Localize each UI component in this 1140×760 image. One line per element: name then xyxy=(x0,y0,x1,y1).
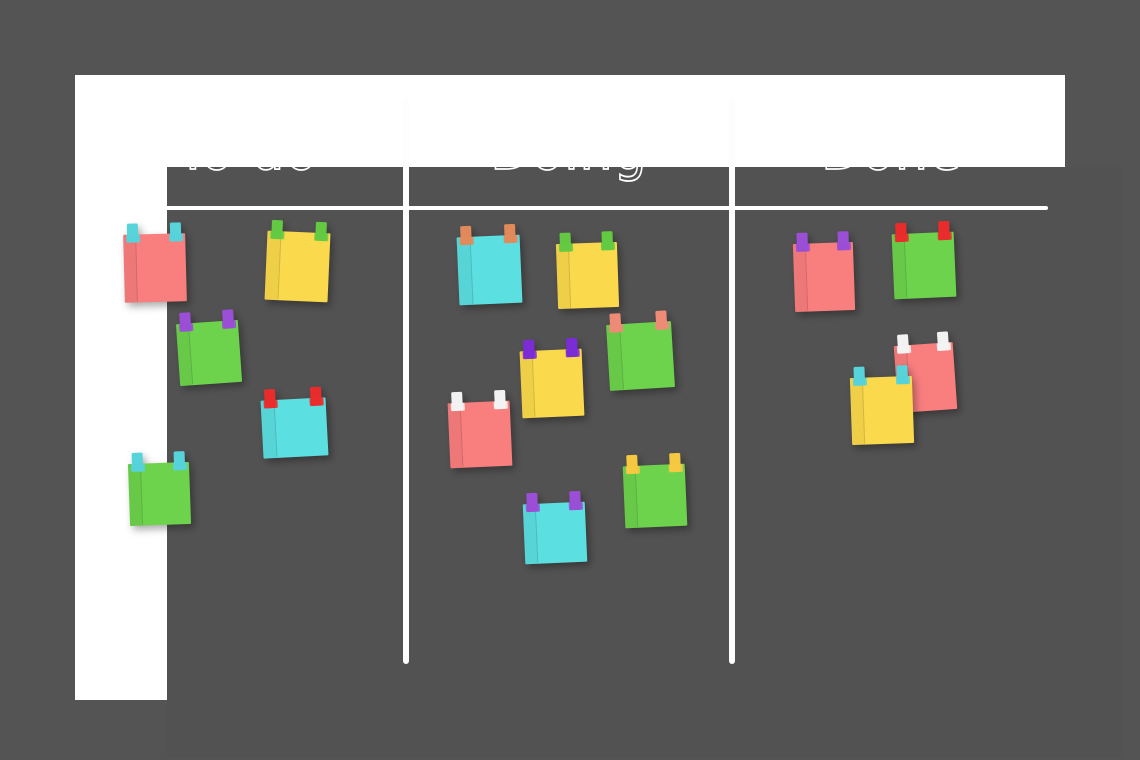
sticky-note-clip-right[interactable] xyxy=(222,309,235,329)
sticky-note-clip-left[interactable] xyxy=(460,225,472,246)
sticky-note[interactable] xyxy=(264,219,331,303)
sticky-note-clip-right[interactable] xyxy=(315,221,327,242)
sticky-note[interactable] xyxy=(260,386,329,459)
sticky-note-clip-right[interactable] xyxy=(569,490,582,511)
sticky-note[interactable] xyxy=(522,490,588,565)
sticky-note[interactable] xyxy=(447,389,513,469)
sticky-note[interactable] xyxy=(519,337,585,419)
sticky-note-clip-left[interactable] xyxy=(895,222,907,243)
sticky-note-clip-left[interactable] xyxy=(609,313,622,333)
sticky-note-clip-right[interactable] xyxy=(655,310,668,330)
sticky-note-clip-right[interactable] xyxy=(566,337,578,358)
sticky-note[interactable] xyxy=(849,365,915,446)
sticky-note-clip-right[interactable] xyxy=(896,365,909,385)
sticky-note[interactable] xyxy=(175,309,243,387)
sticky-note[interactable] xyxy=(123,222,187,303)
sticky-note-clip-left[interactable] xyxy=(131,452,144,472)
sticky-note-clip-right[interactable] xyxy=(494,389,506,410)
sticky-note-clip-right[interactable] xyxy=(173,451,186,471)
kanban-board: To doDoingDone xyxy=(0,0,1140,760)
sticky-note[interactable] xyxy=(792,231,856,313)
sticky-note-clip-right[interactable] xyxy=(938,220,950,241)
sticky-note-clip-left[interactable] xyxy=(559,232,572,252)
sticky-note-clip-right[interactable] xyxy=(936,331,950,352)
sticky-note-clip-right[interactable] xyxy=(504,223,516,244)
sticky-note-clip-right[interactable] xyxy=(601,231,614,251)
sticky-note-clip-left[interactable] xyxy=(451,391,463,412)
sticky-note[interactable] xyxy=(622,452,688,529)
sticky-note-clip-left[interactable] xyxy=(896,334,910,354)
sticky-note-clip-left[interactable] xyxy=(853,366,866,386)
column-divider-line-1 xyxy=(403,98,409,664)
sticky-note-clip-left[interactable] xyxy=(626,454,639,475)
header-divider-line xyxy=(92,206,1048,210)
sticky-note-clip-left[interactable] xyxy=(126,223,139,243)
sticky-note[interactable] xyxy=(891,220,957,300)
sticky-note-clip-right[interactable] xyxy=(309,386,322,407)
sticky-note[interactable] xyxy=(456,223,523,306)
sticky-note-clip-left[interactable] xyxy=(796,232,809,252)
sticky-note[interactable] xyxy=(606,310,675,391)
column-divider-line-2 xyxy=(729,98,735,664)
sticky-note-clip-right[interactable] xyxy=(169,222,182,242)
sticky-note-clip-right[interactable] xyxy=(837,231,850,251)
sticky-note-clip-right[interactable] xyxy=(669,452,681,473)
sticky-note-clip-left[interactable] xyxy=(523,339,535,360)
sticky-note[interactable] xyxy=(555,231,620,310)
sticky-note-clip-left[interactable] xyxy=(271,219,284,240)
sticky-note-clip-left[interactable] xyxy=(263,388,276,409)
sticky-note-clip-left[interactable] xyxy=(179,312,192,332)
sticky-note-clip-left[interactable] xyxy=(526,492,539,513)
sticky-note[interactable] xyxy=(127,451,192,527)
